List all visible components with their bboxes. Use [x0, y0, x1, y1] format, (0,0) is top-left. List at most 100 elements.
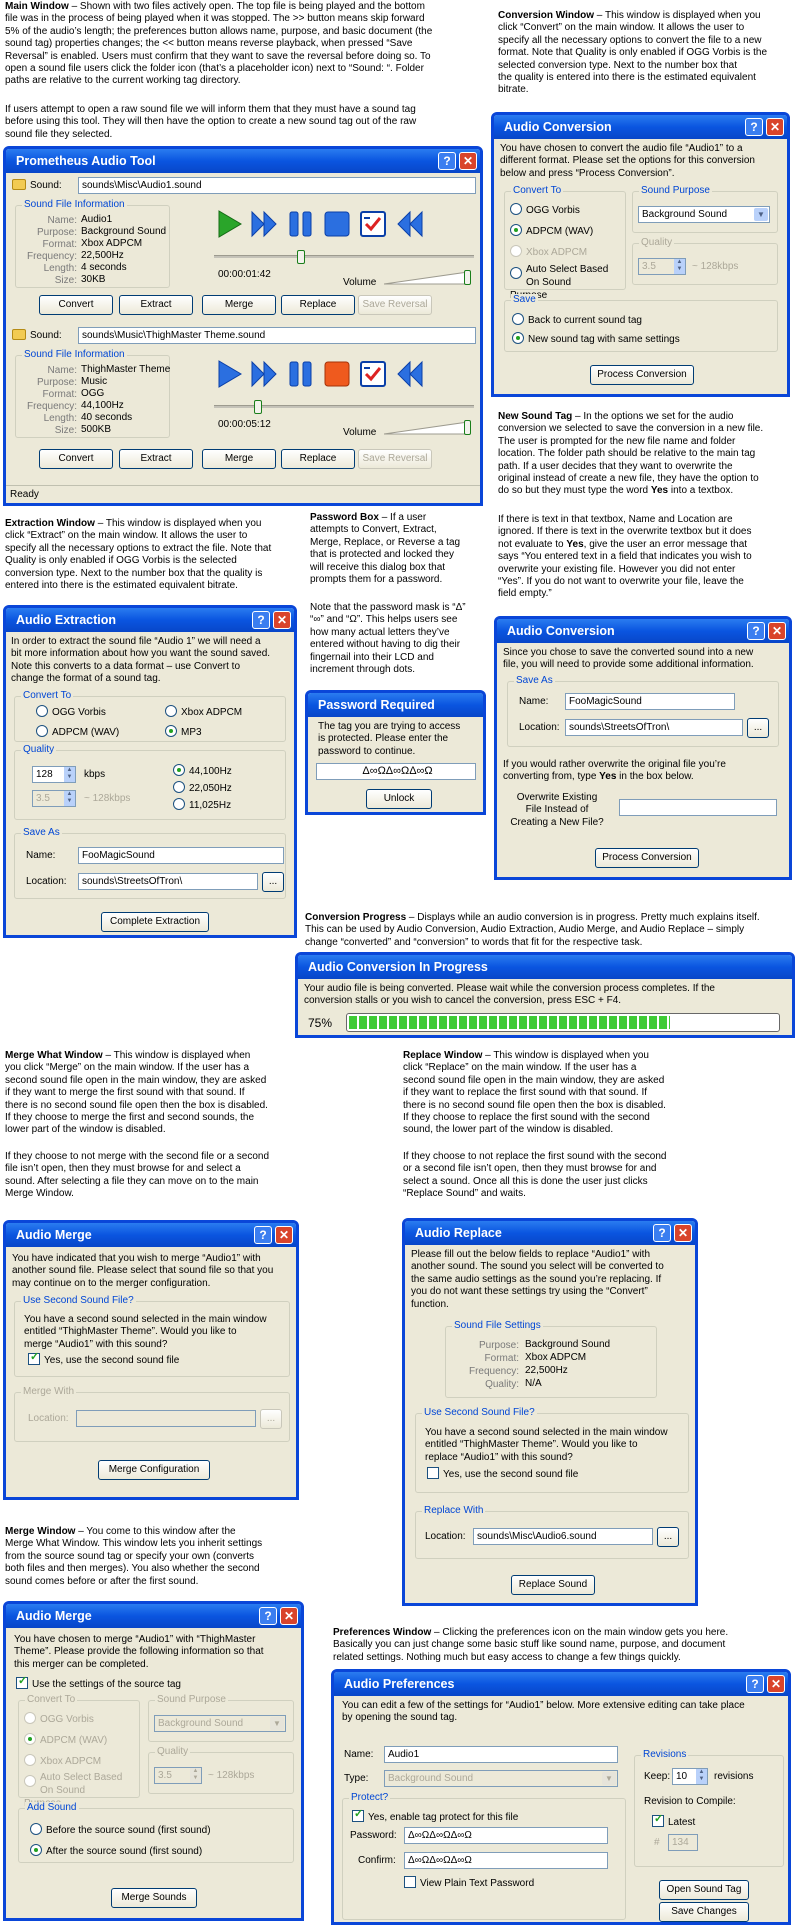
seek-track[interactable] — [214, 255, 474, 258]
type-dropdown[interactable]: Background Sound ▼ — [384, 1770, 618, 1787]
save-changes-button[interactable]: Save Changes — [659, 1902, 749, 1922]
replace-button[interactable]: Replace — [281, 295, 355, 315]
keep-spinner[interactable]: 10 ▲ ▼ — [672, 1768, 708, 1785]
play-icon[interactable] — [214, 209, 244, 239]
adpcm-wav-radio[interactable]: ADPCM (WAV) — [24, 1733, 107, 1747]
browse-button[interactable]: ... — [657, 1527, 679, 1547]
view-plain-password-checkbox[interactable]: View Plain Text Password — [404, 1876, 534, 1890]
close-button[interactable]: ✕ — [275, 1226, 293, 1244]
close-button[interactable]: ✕ — [674, 1224, 692, 1242]
mp3-radio[interactable]: MP3 — [165, 725, 202, 739]
folder-icon[interactable] — [12, 329, 26, 340]
kbps-spinner[interactable]: 128 ▲ ▼ — [32, 766, 76, 783]
latest-checkbox[interactable]: Latest — [652, 1813, 695, 1829]
rate-11025-radio[interactable]: 11,025Hz — [173, 798, 231, 812]
preferences-icon[interactable] — [358, 209, 388, 239]
replace-sound-button[interactable]: Replace Sound — [511, 1575, 595, 1595]
process-conversion-button[interactable]: Process Conversion — [590, 365, 694, 385]
merge-configuration-button[interactable]: Merge Configuration — [98, 1460, 210, 1480]
confirm-field[interactable]: Δ∞ΩΔ∞ΩΔ∞Ω — [404, 1852, 608, 1869]
close-button[interactable]: ✕ — [766, 118, 784, 136]
close-button[interactable]: ✕ — [459, 152, 477, 170]
name-field[interactable]: FooMagicSound — [565, 693, 735, 710]
help-button[interactable]: ? — [745, 118, 763, 136]
ogg-vorbis-radio[interactable]: OGG Vorbis — [36, 705, 106, 719]
sound-path-field[interactable]: sounds\Music\ThighMaster Theme.sound — [78, 327, 476, 344]
close-button[interactable]: ✕ — [768, 622, 786, 640]
save-reversal-button[interactable]: Save Reversal — [358, 449, 432, 469]
help-button[interactable]: ? — [653, 1224, 671, 1242]
close-button[interactable]: ✕ — [767, 1675, 785, 1693]
use-second-sound-checkbox[interactable]: Yes, use the second sound file — [427, 1467, 578, 1481]
close-button[interactable]: ✕ — [273, 611, 291, 629]
location-field[interactable] — [76, 1410, 256, 1427]
unlock-button[interactable]: Unlock — [366, 789, 432, 809]
after-source-radio[interactable]: After the source sound (first sound) — [30, 1844, 202, 1858]
ogg-vorbis-radio[interactable]: OGG Vorbis — [24, 1712, 94, 1726]
seek-thumb[interactable] — [254, 400, 263, 414]
stop-icon[interactable] — [322, 209, 352, 239]
seek-track[interactable] — [214, 405, 474, 408]
overwrite-field[interactable] — [619, 799, 777, 816]
browse-button[interactable]: ... — [262, 872, 284, 892]
seek-thumb[interactable] — [297, 250, 306, 264]
pause-icon[interactable] — [286, 209, 316, 239]
stop-icon[interactable] — [322, 359, 352, 389]
enable-protect-checkbox[interactable]: Yes, enable tag protect for this file — [352, 1808, 518, 1824]
browse-button[interactable]: ... — [747, 718, 769, 738]
location-field[interactable]: sounds\StreetsOfTron\ — [78, 873, 258, 890]
reverse-icon[interactable] — [394, 209, 424, 239]
pause-icon[interactable] — [286, 359, 316, 389]
close-button[interactable]: ✕ — [280, 1607, 298, 1625]
convert-button[interactable]: Convert — [39, 449, 113, 469]
fast-forward-icon[interactable] — [250, 359, 280, 389]
help-button[interactable]: ? — [254, 1226, 272, 1244]
convert-button[interactable]: Convert — [39, 295, 113, 315]
preferences-icon[interactable] — [358, 359, 388, 389]
name-field[interactable]: FooMagicSound — [78, 847, 284, 864]
sound-path-field[interactable]: sounds\Misc\Audio1.sound — [78, 177, 476, 194]
volume-thumb[interactable] — [464, 420, 471, 435]
merge-button[interactable]: Merge — [202, 295, 276, 315]
volume-thumb[interactable] — [464, 270, 471, 285]
folder-icon[interactable] — [12, 179, 26, 190]
help-button[interactable]: ? — [747, 622, 765, 640]
xbox-adpcm-radio[interactable]: Xbox ADPCM — [24, 1754, 101, 1768]
xbox-adpcm-radio[interactable]: Xbox ADPCM — [510, 245, 587, 259]
help-button[interactable]: ? — [438, 152, 456, 170]
use-source-settings-checkbox[interactable]: Use the settings of the source tag — [16, 1675, 181, 1691]
volume-slider[interactable] — [384, 421, 472, 435]
adpcm-wav-radio[interactable]: ADPCM (WAV) — [36, 725, 119, 739]
purpose-dropdown[interactable]: Background Sound ▼ — [154, 1715, 286, 1732]
help-button[interactable]: ? — [746, 1675, 764, 1693]
replace-button[interactable]: Replace — [281, 449, 355, 469]
quality-spinner[interactable]: 3.5 ▲ ▼ — [638, 258, 686, 275]
location-field[interactable]: sounds\Misc\Audio6.sound — [473, 1528, 653, 1545]
new-sound-tag-radio[interactable]: New sound tag with same settings — [512, 332, 680, 346]
process-conversion-button[interactable]: Process Conversion — [595, 848, 699, 868]
reverse-icon[interactable] — [394, 359, 424, 389]
password-field[interactable]: Δ∞ΩΔ∞ΩΔ∞Ω — [404, 1827, 608, 1844]
adpcm-wav-radio[interactable]: ADPCM (WAV) — [510, 224, 593, 238]
revision-number-field[interactable]: 134 — [668, 1834, 698, 1851]
ogg-vorbis-radio[interactable]: OGG Vorbis — [510, 203, 580, 217]
name-field[interactable]: Audio1 — [384, 1746, 618, 1763]
extract-button[interactable]: Extract — [119, 449, 193, 469]
quality-spinner[interactable]: 3.5 ▲ ▼ — [32, 790, 76, 807]
open-sound-tag-button[interactable]: Open Sound Tag — [659, 1880, 749, 1900]
help-button[interactable]: ? — [259, 1607, 277, 1625]
browse-button[interactable]: ... — [260, 1409, 282, 1429]
purpose-dropdown[interactable]: Background Sound ▼ — [638, 206, 770, 223]
help-button[interactable]: ? — [252, 611, 270, 629]
use-second-sound-checkbox[interactable]: Yes, use the second sound file — [28, 1351, 179, 1367]
merge-sounds-button[interactable]: Merge Sounds — [111, 1888, 197, 1908]
rate-22050-radio[interactable]: 22,050Hz — [173, 781, 232, 795]
password-field[interactable]: Δ∞ΩΔ∞ΩΔ∞Ω — [316, 763, 476, 780]
rate-44100-radio[interactable]: 44,100Hz — [173, 764, 232, 778]
extract-button[interactable]: Extract — [119, 295, 193, 315]
back-to-current-radio[interactable]: Back to current sound tag — [512, 313, 642, 327]
location-field[interactable]: sounds\StreetsOfTron\ — [565, 719, 743, 736]
save-reversal-button[interactable]: Save Reversal — [358, 295, 432, 315]
quality-spinner[interactable]: 3.5 ▲ ▼ — [154, 1767, 202, 1784]
volume-slider[interactable] — [384, 271, 472, 285]
